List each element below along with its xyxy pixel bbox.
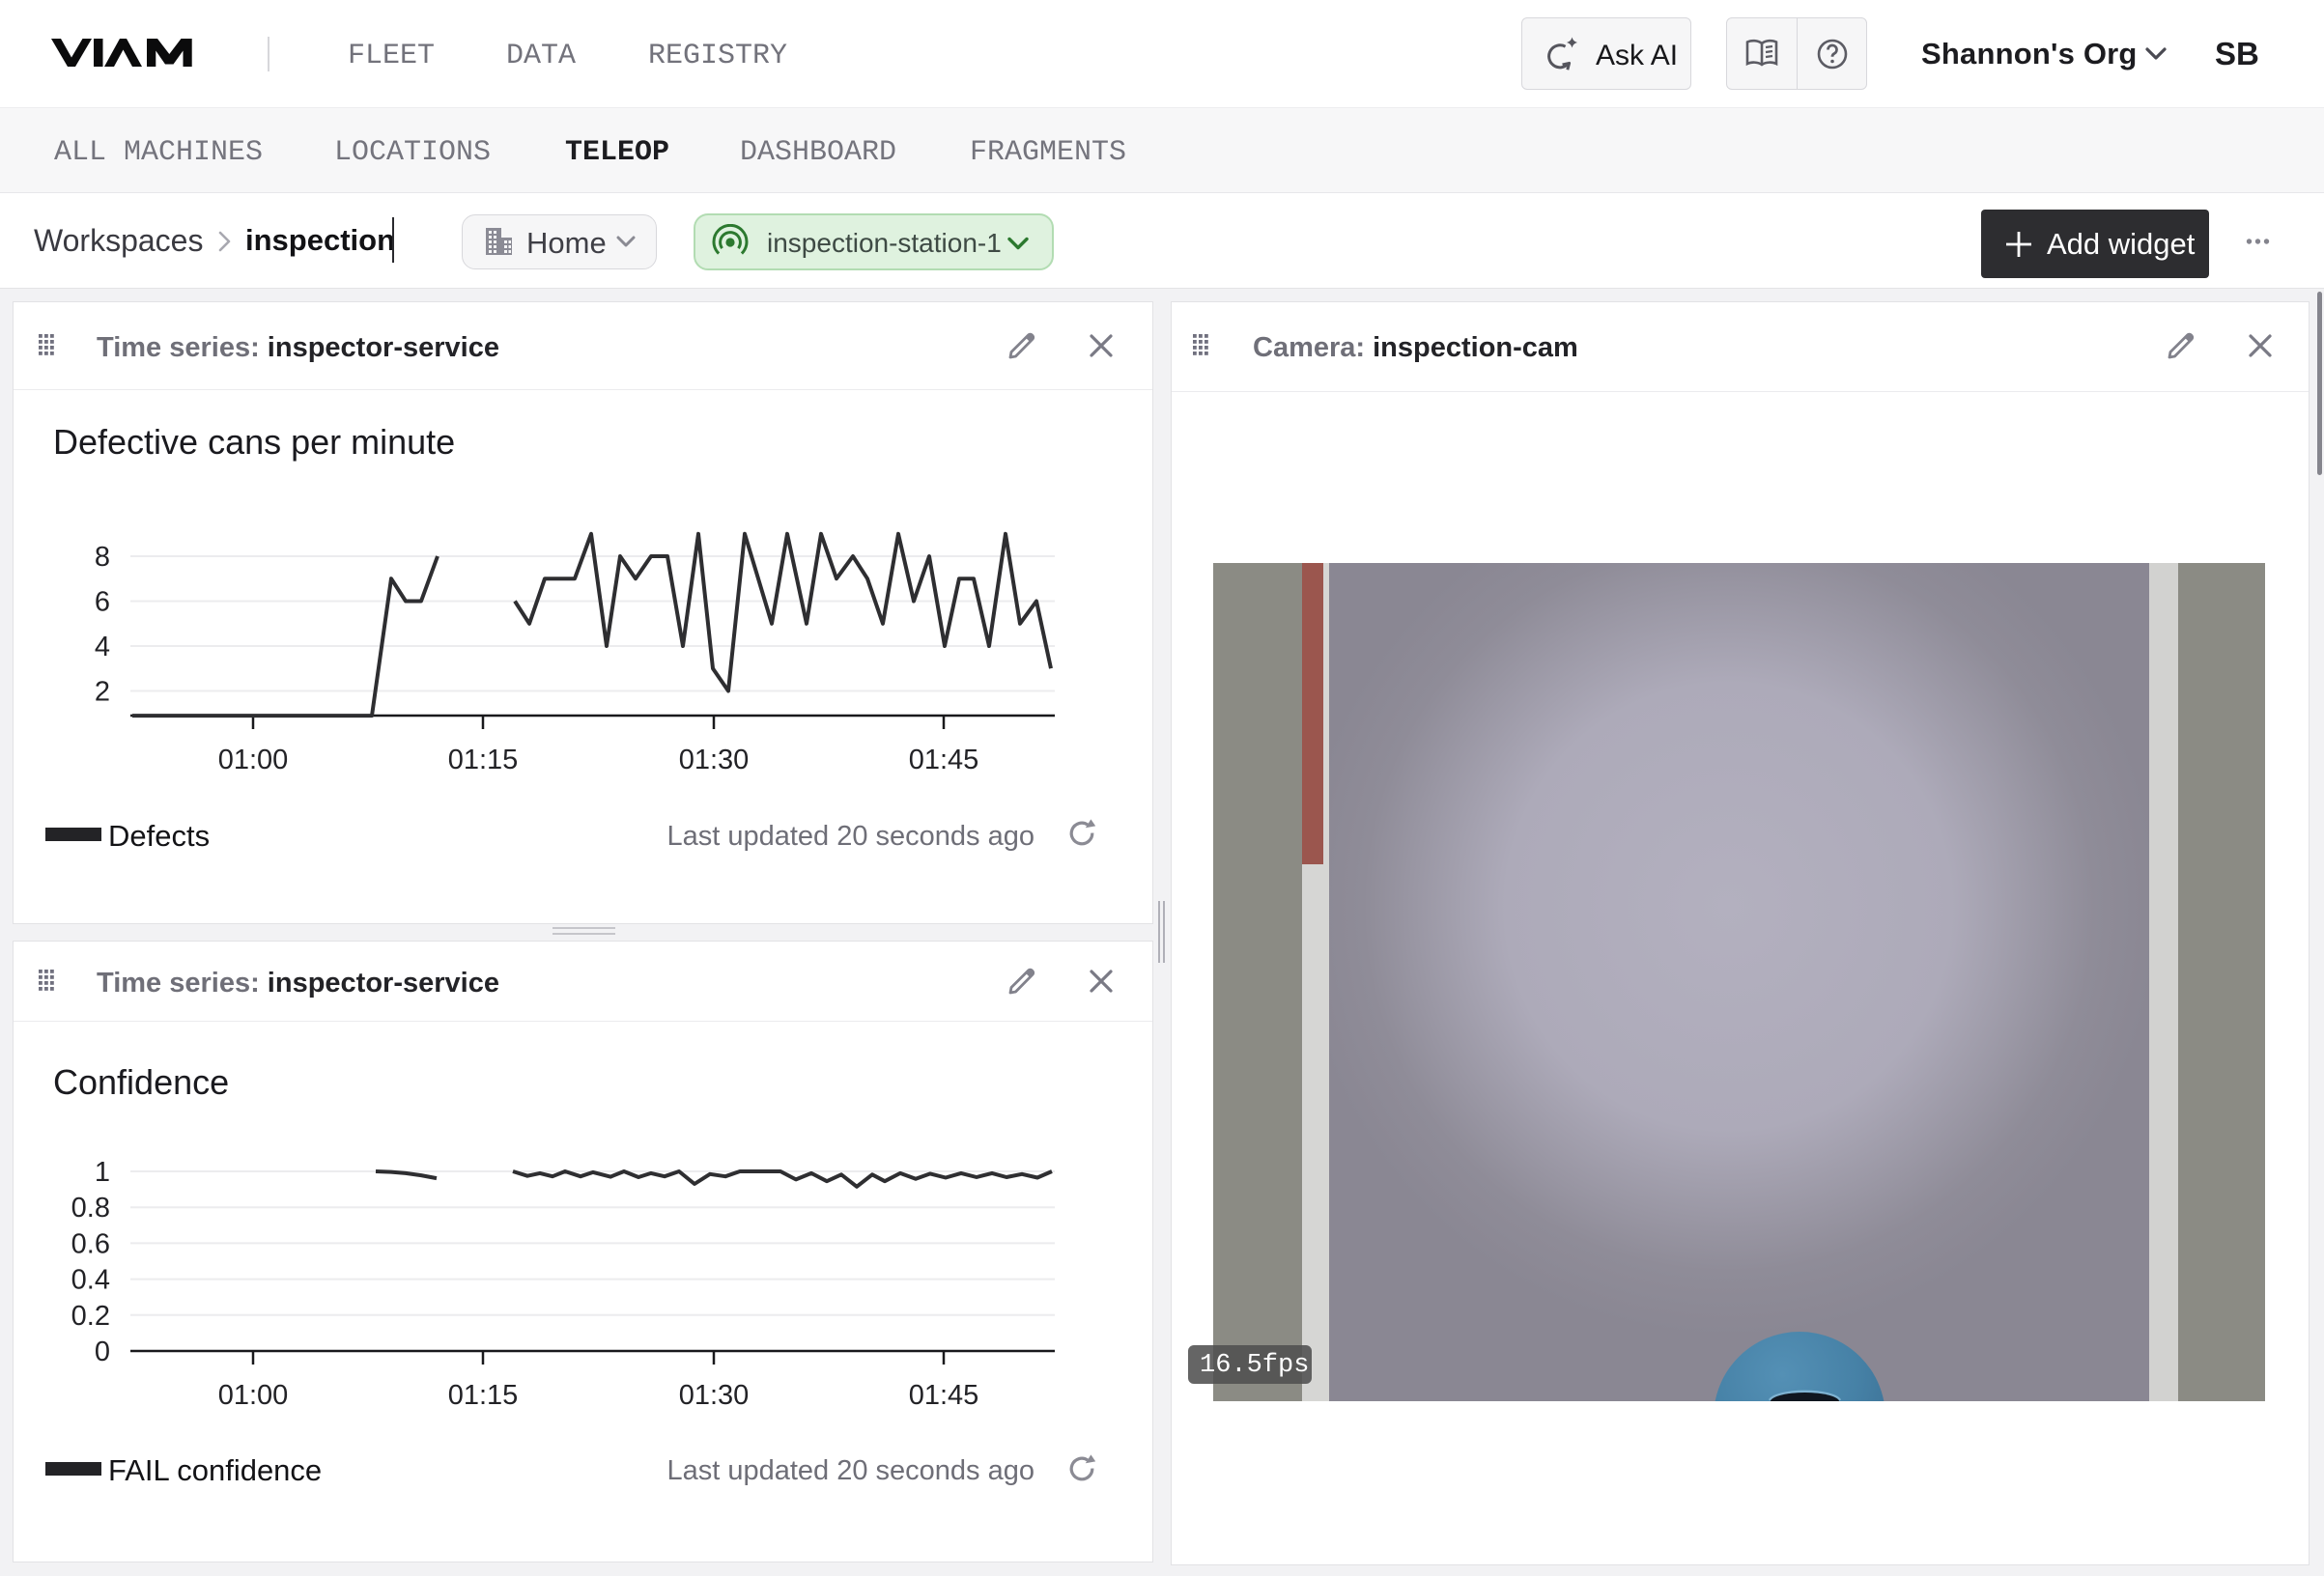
svg-text:0: 0: [95, 1337, 110, 1367]
svg-text:01:15: 01:15: [448, 745, 519, 775]
svg-text:01:45: 01:45: [909, 1380, 979, 1411]
svg-text:0.2: 0.2: [71, 1301, 110, 1332]
svg-text:01:30: 01:30: [679, 1380, 750, 1411]
svg-text:01:45: 01:45: [909, 745, 979, 775]
svg-text:0.4: 0.4: [71, 1265, 110, 1296]
svg-text:1: 1: [95, 1157, 110, 1188]
svg-text:01:00: 01:00: [218, 745, 289, 775]
svg-text:0.8: 0.8: [71, 1193, 110, 1224]
svg-text:6: 6: [95, 587, 110, 618]
svg-text:01:30: 01:30: [679, 745, 750, 775]
svg-text:8: 8: [95, 542, 110, 573]
svg-text:0.6: 0.6: [71, 1228, 110, 1259]
svg-text:2: 2: [95, 677, 110, 708]
svg-text:01:15: 01:15: [448, 1380, 519, 1411]
svg-text:01:00: 01:00: [218, 1380, 289, 1411]
svg-text:4: 4: [95, 632, 110, 662]
